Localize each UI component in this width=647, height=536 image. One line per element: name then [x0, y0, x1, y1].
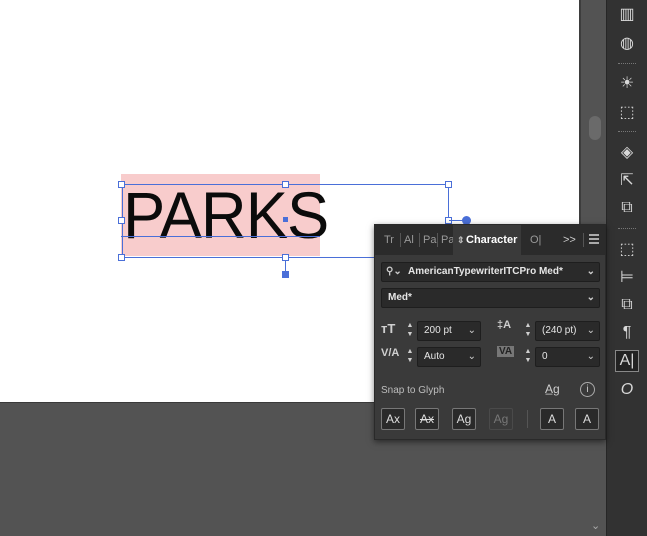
- character-panel: Tr Al Pa Pa ⇕ Character O| >> ⚲⌄ America…: [374, 224, 606, 440]
- chevron-down-icon[interactable]: ⌄: [587, 263, 595, 281]
- tab-opentype[interactable]: O|: [530, 225, 541, 255]
- snap-anchor-point-button[interactable]: A: [575, 408, 599, 430]
- tracking-icon: VA: [497, 346, 515, 357]
- chevron-down-icon[interactable]: ⌄: [468, 348, 476, 366]
- font-size-icon: тT: [381, 321, 396, 336]
- tab-transparency[interactable]: Tr: [384, 225, 394, 255]
- leading-stepper[interactable]: ▲ ▼: [523, 321, 533, 341]
- button-separator: [527, 410, 528, 428]
- tracking-value: 0: [542, 351, 548, 362]
- transform-icon[interactable]: ⬚: [615, 238, 639, 260]
- vertical-scrollbar-thumb[interactable]: [589, 116, 601, 140]
- shape-builder-icon[interactable]: ◍: [615, 32, 639, 54]
- panel-menu-icon[interactable]: [589, 234, 599, 244]
- panel-grip[interactable]: [618, 63, 636, 65]
- out-port-line: [449, 220, 463, 221]
- gradient-icon[interactable]: ▥: [615, 3, 639, 25]
- tab-separator: [419, 233, 420, 247]
- pathfinder-icon[interactable]: ⧉: [615, 197, 639, 219]
- export-share-icon[interactable]: ⇱: [615, 169, 639, 191]
- tab-separator: [583, 233, 584, 247]
- font-style-value: Med*: [388, 292, 412, 303]
- tab-separator: [400, 233, 401, 247]
- export-icon[interactable]: ⬚: [615, 101, 639, 123]
- chevron-down-icon[interactable]: ⌄: [587, 322, 595, 340]
- snap-baseline-button[interactable]: Ax: [381, 408, 405, 430]
- leading-input[interactable]: (240 pt) ⌄: [535, 321, 600, 341]
- opentype-icon[interactable]: O: [615, 379, 639, 401]
- leading-value: (240 pt): [542, 325, 577, 336]
- sun-symbol-icon[interactable]: ☀: [615, 72, 639, 94]
- kerning-stepper[interactable]: ▲ ▼: [405, 347, 415, 367]
- tab-character[interactable]: ⇕ Character: [453, 225, 521, 255]
- align-icon[interactable]: ⊨: [615, 266, 639, 288]
- tracking-stepper[interactable]: ▲ ▼: [523, 347, 533, 367]
- kerning-input[interactable]: Auto ⌄: [417, 347, 481, 367]
- snap-glyph-options-icon[interactable]: A̲g: [545, 382, 560, 396]
- font-family-field[interactable]: ⚲⌄ AmericanTypewriterITCPro Med* ⌄: [381, 262, 600, 282]
- bbox-handle-top-center[interactable]: [282, 181, 289, 188]
- kerning-icon: V/A: [381, 347, 400, 359]
- bbox-handle-bottom-left[interactable]: [118, 254, 125, 261]
- snap-x-height-button[interactable]: Ax: [415, 408, 439, 430]
- panel-grip[interactable]: [618, 131, 636, 133]
- snap-angular-guides-button[interactable]: A: [540, 408, 564, 430]
- snap-proximity-guides-button[interactable]: Ag: [489, 408, 513, 430]
- tab-character-label: Character: [466, 234, 518, 246]
- tracking-input[interactable]: 0 ⌄: [535, 347, 600, 367]
- tab-align[interactable]: Al: [404, 225, 414, 255]
- panel-grip[interactable]: [618, 228, 636, 230]
- chevron-down-icon[interactable]: ⌄: [591, 519, 600, 532]
- collapse-arrows-icon: ⇕: [457, 235, 465, 245]
- snap-to-glyph-label: Snap to Glyph: [381, 385, 445, 396]
- kerning-value: Auto: [424, 351, 445, 362]
- bbox-handle-top-right[interactable]: [445, 181, 452, 188]
- right-panel-dock: ▥ ◍ ☀ ⬚ ◈ ⇱ ⧉ ⬚ ⊨ ⧉ ¶ A| O: [606, 0, 647, 536]
- chevron-down-icon[interactable]: ⌄: [587, 289, 595, 307]
- font-size-stepper[interactable]: ▲ ▼: [405, 321, 415, 341]
- bbox-handle-bottom-center[interactable]: [282, 254, 289, 261]
- font-size-value: 200 pt: [424, 325, 452, 336]
- font-size-input[interactable]: 200 pt ⌄: [417, 321, 481, 341]
- chevron-down-icon[interactable]: ⌄: [587, 348, 595, 366]
- paragraph-icon[interactable]: ¶: [615, 322, 639, 344]
- pathfinder-2-icon[interactable]: ⧉: [615, 294, 639, 316]
- bbox-handle-top-left[interactable]: [118, 181, 125, 188]
- panel-tab-bar: Tr Al Pa Pa ⇕ Character O| >>: [375, 225, 605, 255]
- overflow-tabs-button[interactable]: >>: [563, 225, 576, 255]
- character-icon[interactable]: A|: [615, 350, 639, 372]
- chevron-down-icon[interactable]: ⌄: [468, 322, 476, 340]
- font-family-value: AmericanTypewriterITCPro Med*: [408, 266, 563, 277]
- tab-separator: [437, 233, 438, 247]
- type-handle[interactable]: [282, 271, 289, 278]
- font-style-field[interactable]: Med* ⌄: [381, 288, 600, 308]
- snap-glyph-bounds-button[interactable]: Ag: [452, 408, 476, 430]
- bbox-handle-middle-left[interactable]: [118, 217, 125, 224]
- tab-paragraph[interactable]: Pa: [423, 225, 436, 255]
- leading-icon: ‡A: [497, 319, 512, 331]
- info-icon[interactable]: i: [580, 382, 595, 397]
- layers-icon[interactable]: ◈: [615, 141, 639, 163]
- search-icon: ⚲⌄: [386, 266, 402, 277]
- bbox-center-point: [283, 217, 288, 222]
